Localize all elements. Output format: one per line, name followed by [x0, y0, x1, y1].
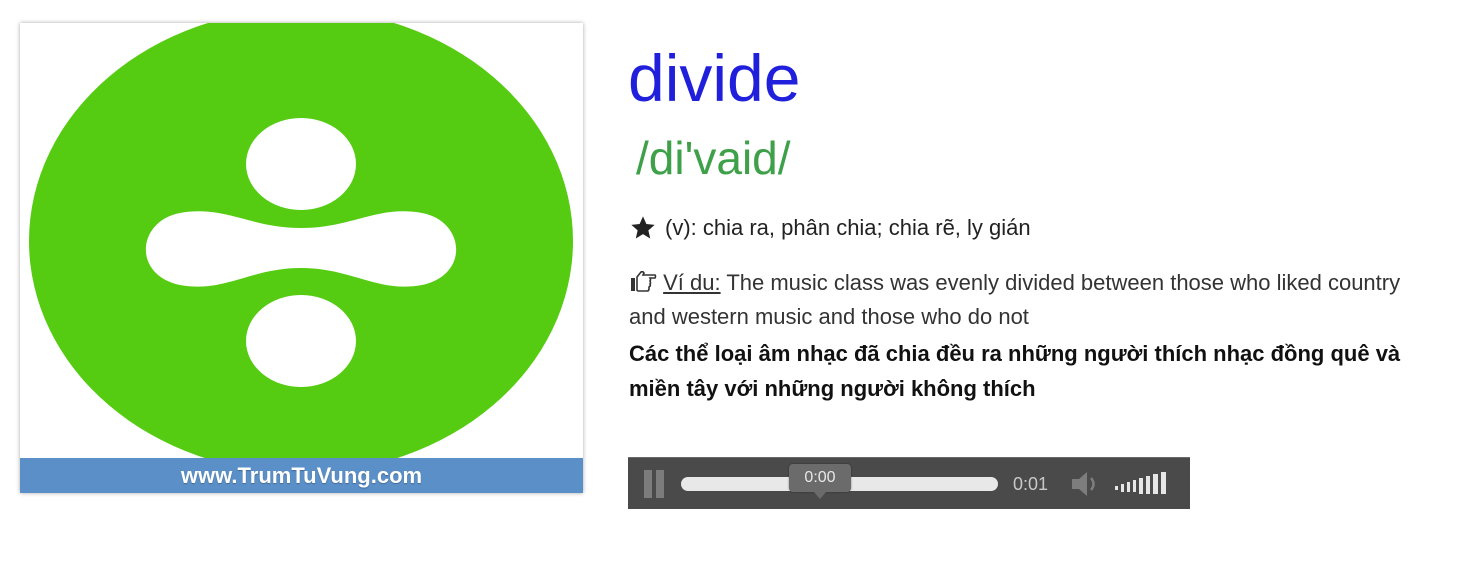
- example-translation: Các thể loại âm nhạc đã chia đều ra nhữn…: [629, 341, 1401, 401]
- pause-icon: [656, 470, 664, 498]
- example-text: The music class was evenly divided betwe…: [629, 270, 1401, 329]
- site-url-banner: www.TrumTuVung.com: [20, 458, 583, 493]
- pause-button[interactable]: [642, 470, 666, 498]
- meaning-text: (v): chia ra, phân chia; chia rẽ, ly giá…: [665, 215, 1031, 240]
- duration-label: 0:01: [1013, 474, 1049, 494]
- speaker-icon[interactable]: [1069, 469, 1103, 499]
- pause-icon: [644, 470, 652, 498]
- vocab-word: divide: [628, 41, 801, 115]
- audio-player: 0:00 0:01: [628, 457, 1190, 509]
- pointing-hand-icon: [631, 271, 657, 292]
- phonetic-transcription: /di'vaid/: [636, 132, 791, 184]
- divide-logo-icon: [20, 23, 583, 459]
- volume-slider[interactable]: [1115, 472, 1177, 496]
- star-icon: [631, 216, 655, 239]
- example-label: Ví du:: [663, 270, 721, 295]
- time-tooltip: 0:00: [789, 464, 851, 499]
- word-image-card: www.TrumTuVung.com: [20, 23, 583, 493]
- meaning-line: (v): chia ra, phân chia; chia rẽ, ly giá…: [629, 213, 1031, 243]
- example-sentence: Ví du: The music class was evenly divide…: [629, 266, 1429, 334]
- seek-bar[interactable]: 0:00: [681, 464, 998, 499]
